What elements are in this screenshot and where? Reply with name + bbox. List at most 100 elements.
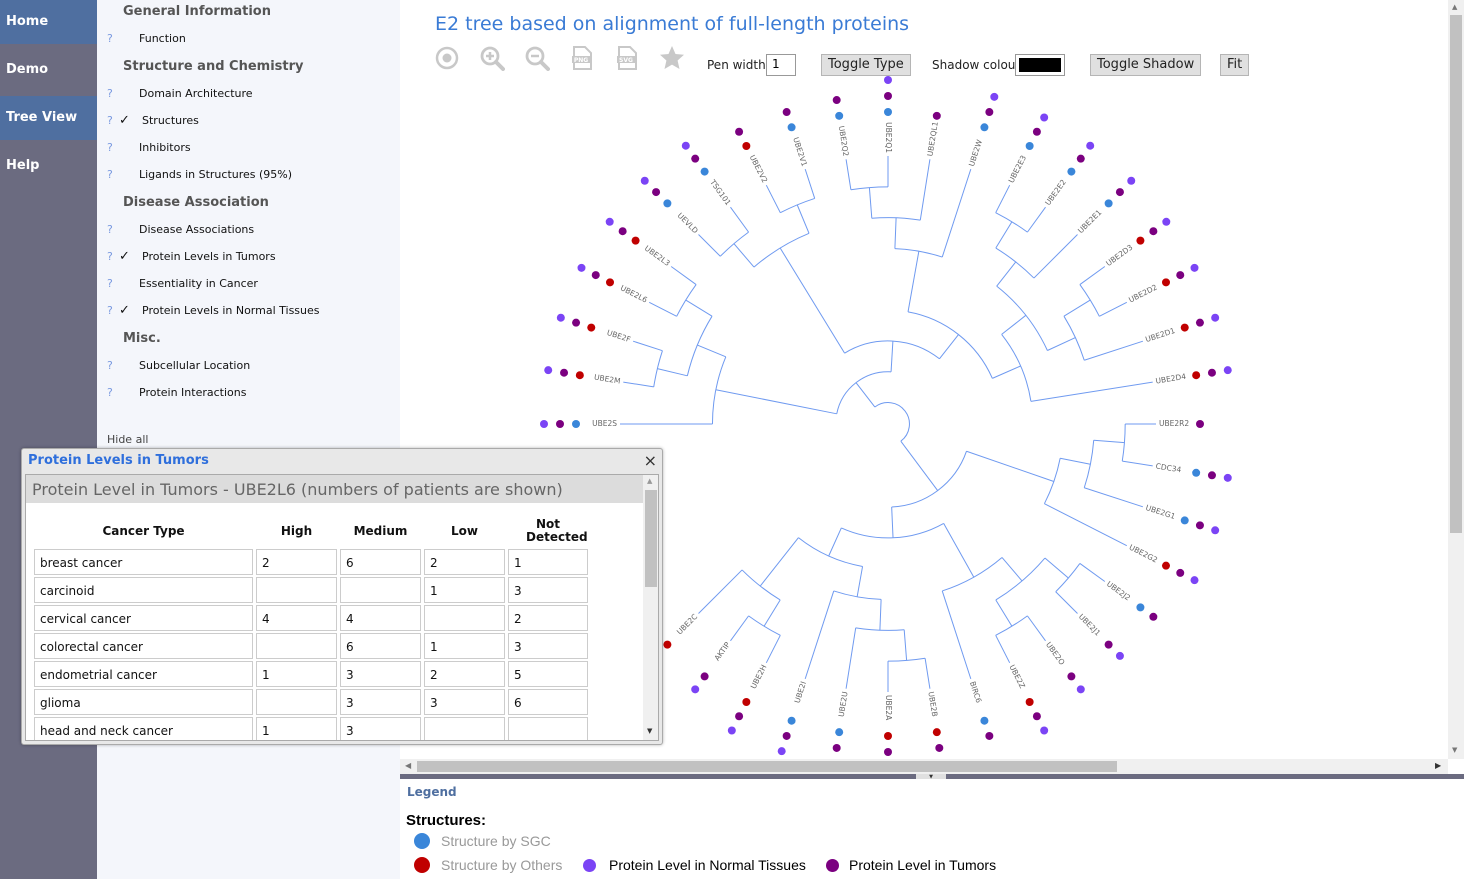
tree-leaf-label[interactable]: UBE2L3 <box>643 244 672 269</box>
sgc-structure-dot[interactable] <box>1025 142 1034 151</box>
tree-leaf-label[interactable]: UBE2W <box>967 138 984 168</box>
panel-item-subcellular-location[interactable]: ? Subcellular Location <box>107 359 397 377</box>
others-structure-dot[interactable] <box>932 728 941 737</box>
tumor-level-dot[interactable] <box>884 92 892 100</box>
tree-leaf-label[interactable]: UBE2D4 <box>1155 372 1187 386</box>
hide-all-link[interactable]: Hide all <box>107 433 148 446</box>
tree-leaf-label[interactable]: UBE2B <box>926 691 939 717</box>
tumor-level-dot[interactable] <box>832 96 841 105</box>
tree-leaf-label[interactable]: UBE2E2 <box>1043 178 1068 207</box>
help-icon[interactable]: ? <box>107 168 113 181</box>
tumor-level-dot[interactable] <box>884 748 892 756</box>
others-structure-dot[interactable] <box>1025 697 1034 706</box>
sgc-structure-dot[interactable] <box>835 111 844 120</box>
normal-tissue-level-dot[interactable] <box>1223 366 1232 375</box>
tumor-level-dot[interactable] <box>1032 127 1041 136</box>
normal-tissue-level-dot[interactable] <box>640 176 649 185</box>
others-structure-dot[interactable] <box>1161 561 1170 570</box>
normal-tissue-level-dot[interactable] <box>540 420 548 428</box>
tree-leaf-label[interactable]: CDC34 <box>1155 461 1182 474</box>
tree-leaf-label[interactable]: UBE2U <box>837 691 850 718</box>
tumor-level-dot[interactable] <box>782 108 791 117</box>
help-icon[interactable]: ? <box>107 359 113 372</box>
others-structure-dot[interactable] <box>575 371 584 380</box>
sgc-structure-dot[interactable] <box>1136 603 1145 612</box>
tumor-level-dot[interactable] <box>1207 471 1216 480</box>
tumor-level-dot[interactable] <box>1149 612 1158 621</box>
normal-tissue-level-dot[interactable] <box>681 141 690 150</box>
tree-leaf-label[interactable]: UBE2F <box>606 328 632 344</box>
tumor-level-dot[interactable] <box>1176 271 1185 280</box>
tree-leaf-label[interactable]: UBE2J2 <box>1105 579 1132 602</box>
help-icon[interactable]: ? <box>107 87 113 100</box>
tumor-level-dot[interactable] <box>985 731 994 740</box>
normal-tissue-level-dot[interactable] <box>577 263 586 272</box>
tree-leaf-label[interactable]: UBE2A <box>884 695 893 721</box>
normal-tissue-level-dot[interactable] <box>777 747 786 756</box>
sgc-structure-dot[interactable] <box>700 167 709 176</box>
normal-tissue-level-dot[interactable] <box>1162 217 1171 226</box>
sgc-structure-dot[interactable] <box>1067 167 1076 176</box>
nav-demo[interactable]: Demo <box>0 48 97 92</box>
tumor-level-dot[interactable] <box>700 672 709 681</box>
normal-tissue-level-dot[interactable] <box>1115 651 1124 660</box>
nav-home[interactable]: Home <box>0 0 97 44</box>
others-structure-dot[interactable] <box>742 142 751 151</box>
tree-leaf-label[interactable]: UBE2I <box>793 680 808 704</box>
sgc-structure-dot[interactable] <box>884 108 892 116</box>
sgc-structure-dot[interactable] <box>787 123 796 132</box>
scroll-down-arrow-icon[interactable]: ▼ <box>1452 746 1457 754</box>
normal-tissue-level-dot[interactable] <box>1076 685 1085 694</box>
normal-tissue-level-dot[interactable] <box>1223 473 1232 482</box>
tree-leaf-label[interactable]: AKTIP <box>712 640 732 662</box>
tumor-level-dot[interactable] <box>652 188 661 197</box>
tumor-level-dot[interactable] <box>1104 640 1113 649</box>
others-structure-dot[interactable] <box>884 732 892 740</box>
panel-item-structures[interactable]: ? ✓ Structures <box>107 113 397 132</box>
tree-leaf-label[interactable]: UBE2D1 <box>1144 326 1176 344</box>
tree-leaf-label[interactable]: UBE2V2 <box>748 153 770 184</box>
tumor-level-dot[interactable] <box>1195 318 1204 327</box>
normal-tissue-level-dot[interactable] <box>1040 113 1049 122</box>
tumor-level-dot[interactable] <box>1067 672 1076 681</box>
close-icon[interactable]: × <box>644 451 657 470</box>
vertical-scroll-thumb[interactable] <box>1450 15 1462 533</box>
tree-leaf-label[interactable]: UBE2QL1 <box>925 121 939 157</box>
others-structure-dot[interactable] <box>606 278 615 287</box>
help-icon[interactable]: ? <box>107 114 113 127</box>
help-icon[interactable]: ? <box>107 32 113 45</box>
normal-tissue-level-dot[interactable] <box>1190 263 1199 272</box>
sgc-structure-dot[interactable] <box>787 716 796 725</box>
normal-tissue-level-dot[interactable] <box>605 217 614 226</box>
tree-leaf-label[interactable]: UEVLD <box>676 211 700 235</box>
tumor-level-dot[interactable] <box>572 318 581 327</box>
others-structure-dot[interactable] <box>1192 371 1201 380</box>
nav-help[interactable]: Help <box>0 144 97 188</box>
help-icon[interactable]: ? <box>107 386 113 399</box>
tree-leaf-label[interactable]: UBE2V1 <box>791 136 809 168</box>
tumor-level-dot[interactable] <box>556 420 564 428</box>
tree-leaf-label[interactable]: UBE2O <box>1044 640 1067 666</box>
sgc-structure-dot[interactable] <box>572 420 580 428</box>
panel-item-protein-levels-in-normal-tissues[interactable]: ? ✓ Protein Levels in Normal Tissues <box>107 303 397 322</box>
panel-item-protein-levels-in-tumors[interactable]: ? ✓ Protein Levels in Tumors <box>107 249 397 268</box>
tree-leaf-label[interactable]: UBE2D2 <box>1127 282 1159 304</box>
sgc-structure-dot[interactable] <box>1180 516 1189 525</box>
tree-leaf-label[interactable]: UBE2H <box>749 663 769 690</box>
tree-leaf-label[interactable]: UBE2E1 <box>1076 208 1103 235</box>
scroll-up-arrow-icon[interactable]: ▲ <box>1452 3 1457 11</box>
tree-leaf-label[interactable]: UBE2G1 <box>1145 503 1177 521</box>
tree-leaf-label[interactable]: UBE2J1 <box>1077 612 1103 638</box>
others-structure-dot[interactable] <box>1180 323 1189 332</box>
tumor-level-dot[interactable] <box>932 111 941 120</box>
dialog-scrollbar[interactable]: ▲ ▼ <box>643 475 658 740</box>
sgc-structure-dot[interactable] <box>835 728 844 737</box>
scroll-left-arrow-icon[interactable]: ◀ <box>405 761 411 770</box>
horizontal-scrollbar[interactable]: ◀ ▶ <box>400 759 1448 774</box>
normal-tissue-level-dot[interactable] <box>727 726 736 735</box>
tumor-level-dot[interactable] <box>735 127 744 136</box>
tree-leaf-label[interactable]: UBE2Q2 <box>837 125 851 157</box>
tumor-level-dot[interactable] <box>1176 568 1185 577</box>
sgc-structure-dot[interactable] <box>980 716 989 725</box>
help-icon[interactable]: ? <box>107 223 113 236</box>
